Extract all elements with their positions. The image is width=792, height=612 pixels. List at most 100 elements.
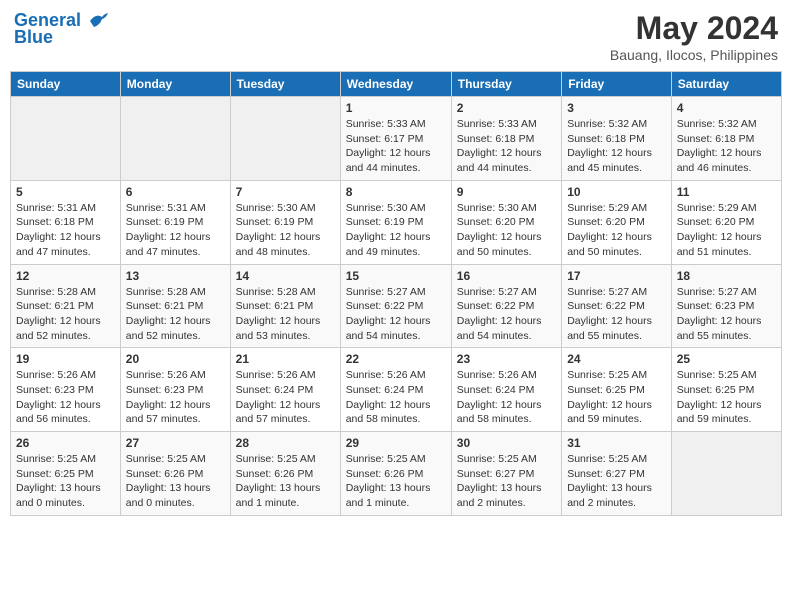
day-number: 30 [457,436,556,450]
day-info: Sunrise: 5:29 AM Sunset: 6:20 PM Dayligh… [677,201,776,260]
day-info: Sunrise: 5:26 AM Sunset: 6:24 PM Dayligh… [346,368,446,427]
calendar-cell: 4 Sunrise: 5:32 AM Sunset: 6:18 PM Daylig… [671,97,781,181]
calendar-cell: 14 Sunrise: 5:28 AM Sunset: 6:21 PM Dayli… [230,264,340,348]
day-info: Sunrise: 5:32 AM Sunset: 6:18 PM Dayligh… [567,117,666,176]
calendar-cell: 23 Sunrise: 5:26 AM Sunset: 6:24 PM Dayli… [451,348,561,432]
calendar-cell: 1 Sunrise: 5:33 AM Sunset: 6:17 PM Daylig… [340,97,451,181]
weekday-header-sunday: Sunday [11,72,121,97]
calendar-cell: 19Sunrise: 5:26 AM Sunset: 6:23 PM Dayli… [11,348,121,432]
day-number: 6 [126,185,225,199]
day-info: Sunrise: 5:26 AM Sunset: 6:23 PM Dayligh… [126,368,225,427]
day-info: Sunrise: 5:25 AM Sunset: 6:26 PM Dayligh… [236,452,335,511]
day-info: Sunrise: 5:27 AM Sunset: 6:23 PM Dayligh… [677,285,776,344]
weekday-row: SundayMondayTuesdayWednesdayThursdayFrid… [11,72,782,97]
day-info: Sunrise: 5:25 AM Sunset: 6:25 PM Dayligh… [16,452,115,511]
calendar-cell: 31 Sunrise: 5:25 AM Sunset: 6:27 PM Dayli… [562,432,672,516]
weekday-header-monday: Monday [120,72,230,97]
month-title: May 2024 [610,10,778,47]
calendar-cell: 6 Sunrise: 5:31 AM Sunset: 6:19 PM Daylig… [120,180,230,264]
day-number: 1 [346,101,446,115]
day-number: 25 [677,352,776,366]
day-info: Sunrise: 5:32 AM Sunset: 6:18 PM Dayligh… [677,117,776,176]
logo: General Blue [14,10,110,48]
day-number: 2 [457,101,556,115]
day-info: Sunrise: 5:26 AM Sunset: 6:24 PM Dayligh… [457,368,556,427]
day-info: Sunrise: 5:31 AM Sunset: 6:18 PM Dayligh… [16,201,115,260]
weekday-header-thursday: Thursday [451,72,561,97]
calendar-cell [120,97,230,181]
day-number: 21 [236,352,335,366]
calendar-body: 1 Sunrise: 5:33 AM Sunset: 6:17 PM Daylig… [11,97,782,516]
day-info: Sunrise: 5:27 AM Sunset: 6:22 PM Dayligh… [567,285,666,344]
day-number: 5 [16,185,115,199]
day-number: 10 [567,185,666,199]
calendar-cell: 8Sunrise: 5:30 AM Sunset: 6:19 PM Daylig… [340,180,451,264]
calendar-cell: 27 Sunrise: 5:25 AM Sunset: 6:26 PM Dayli… [120,432,230,516]
calendar-week-4: 19 Sunrise: 5:26 AM Sunset: 6:23 PM Dayli… [11,348,782,432]
day-number: 4 [677,101,776,115]
calendar-cell: 28 Sunrise: 5:25 AM Sunset: 6:26 PM Dayli… [230,432,340,516]
calendar-cell: 26 Sunrise: 5:25 AM Sunset: 6:25 PM Dayli… [11,432,121,516]
calendar-cell: 30 Sunrise: 5:25 AM Sunset: 6:27 PM Dayli… [451,432,561,516]
day-info: Sunrise: 5:28 AM Sunset: 6:21 PM Dayligh… [16,285,115,344]
day-number: 27 [126,436,225,450]
day-number: 7 [236,185,335,199]
day-info: Sunrise: 5:27 AM Sunset: 6:22 PM Dayligh… [457,285,556,344]
calendar-cell: 9 Sunrise: 5:30 AM Sunset: 6:20 PM Daylig… [451,180,561,264]
day-number: 16 [457,269,556,283]
day-number: 29 [346,436,446,450]
day-number: 23 [457,352,556,366]
day-number: 31 [567,436,666,450]
day-info: Sunrise: 5:25 AM Sunset: 6:26 PM Dayligh… [126,452,225,511]
calendar-week-5: 26 Sunrise: 5:25 AM Sunset: 6:25 PM Dayli… [11,432,782,516]
day-info: Sunrise: 5:30 AM Sunset: 6:20 PM Dayligh… [457,201,556,260]
day-info: Sunrise: 5:31 AM Sunset: 6:19 PM Dayligh… [126,201,225,260]
day-info: Sunrise: 5:27 AM Sunset: 6:22 PM Dayligh… [346,285,446,344]
day-info: Sunrise: 5:33 AM Sunset: 6:17 PM Dayligh… [346,117,446,176]
day-info: Sunrise: 5:25 AM Sunset: 6:25 PM Dayligh… [677,368,776,427]
calendar-cell: 5 Sunrise: 5:31 AM Sunset: 6:18 PM Daylig… [11,180,121,264]
logo-bird-icon [88,11,110,31]
calendar-cell: 20Sunrise: 5:26 AM Sunset: 6:23 PM Dayli… [120,348,230,432]
day-info: Sunrise: 5:25 AM Sunset: 6:27 PM Dayligh… [567,452,666,511]
day-number: 8 [346,185,446,199]
day-info: Sunrise: 5:25 AM Sunset: 6:27 PM Dayligh… [457,452,556,511]
day-info: Sunrise: 5:30 AM Sunset: 6:19 PM Dayligh… [236,201,335,260]
title-block: May 2024 Bauang, Ilocos, Philippines [610,10,778,63]
day-number: 26 [16,436,115,450]
day-number: 22 [346,352,446,366]
day-number: 11 [677,185,776,199]
calendar-cell [11,97,121,181]
day-number: 9 [457,185,556,199]
day-info: Sunrise: 5:28 AM Sunset: 6:21 PM Dayligh… [236,285,335,344]
day-number: 18 [677,269,776,283]
calendar-week-1: 1 Sunrise: 5:33 AM Sunset: 6:17 PM Daylig… [11,97,782,181]
calendar-table: SundayMondayTuesdayWednesdayThursdayFrid… [10,71,782,516]
day-info: Sunrise: 5:25 AM Sunset: 6:26 PM Dayligh… [346,452,446,511]
day-info: Sunrise: 5:28 AM Sunset: 6:21 PM Dayligh… [126,285,225,344]
day-number: 28 [236,436,335,450]
day-number: 14 [236,269,335,283]
weekday-header-friday: Friday [562,72,672,97]
day-number: 12 [16,269,115,283]
calendar-header: SundayMondayTuesdayWednesdayThursdayFrid… [11,72,782,97]
location-subtitle: Bauang, Ilocos, Philippines [610,47,778,63]
day-info: Sunrise: 5:25 AM Sunset: 6:25 PM Dayligh… [567,368,666,427]
calendar-cell: 17 Sunrise: 5:27 AM Sunset: 6:22 PM Dayli… [562,264,672,348]
calendar-cell: 10 Sunrise: 5:29 AM Sunset: 6:20 PM Dayli… [562,180,672,264]
page-header: General Blue May 2024 Bauang, Ilocos, Ph… [10,10,782,63]
day-number: 19 [16,352,115,366]
weekday-header-wednesday: Wednesday [340,72,451,97]
calendar-cell: 24Sunrise: 5:25 AM Sunset: 6:25 PM Dayli… [562,348,672,432]
calendar-cell [230,97,340,181]
calendar-cell: 7 Sunrise: 5:30 AM Sunset: 6:19 PM Daylig… [230,180,340,264]
day-number: 15 [346,269,446,283]
calendar-cell: 18 Sunrise: 5:27 AM Sunset: 6:23 PM Dayli… [671,264,781,348]
day-number: 13 [126,269,225,283]
weekday-header-saturday: Saturday [671,72,781,97]
calendar-cell [671,432,781,516]
day-info: Sunrise: 5:29 AM Sunset: 6:20 PM Dayligh… [567,201,666,260]
day-number: 17 [567,269,666,283]
day-info: Sunrise: 5:33 AM Sunset: 6:18 PM Dayligh… [457,117,556,176]
day-number: 3 [567,101,666,115]
